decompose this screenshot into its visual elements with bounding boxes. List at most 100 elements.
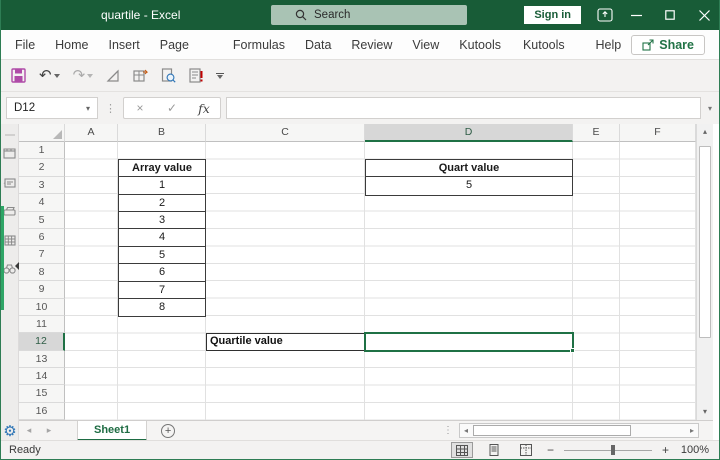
vertical-scrollbar[interactable]: ▴ ▾ xyxy=(696,124,713,420)
column-header-b[interactable]: B xyxy=(118,124,206,142)
vertical-scrollbar-thumb[interactable] xyxy=(699,146,711,338)
share-button[interactable]: Share xyxy=(631,35,705,55)
tab-view[interactable]: View xyxy=(402,30,449,60)
row-header-2[interactable]: 2 xyxy=(19,159,65,176)
undo-icon[interactable]: ↶ xyxy=(39,68,60,83)
tab-insert[interactable]: Insert xyxy=(99,30,150,60)
sheet-nav-left-icon[interactable]: ◂ xyxy=(19,425,39,436)
tab-data[interactable]: Data xyxy=(295,30,341,60)
selected-cell-d12[interactable] xyxy=(364,332,574,352)
fill-handle[interactable] xyxy=(570,348,575,353)
row-header-11[interactable]: 11 xyxy=(19,316,65,333)
formula-bar-expand-icon[interactable]: ▾ xyxy=(701,104,719,113)
scroll-left-icon[interactable]: ◂ xyxy=(460,424,472,437)
page-break-preview-icon[interactable] xyxy=(515,442,537,458)
tab-review[interactable]: Review xyxy=(341,30,402,60)
row-header-5[interactable]: 5 xyxy=(19,212,65,229)
zoom-level[interactable]: 100% xyxy=(679,444,709,456)
row-header-13[interactable]: 13 xyxy=(19,351,65,368)
row-header-15[interactable]: 15 xyxy=(19,385,65,402)
row-header-1[interactable]: 1 xyxy=(19,142,65,159)
column-header-a[interactable]: A xyxy=(65,124,118,142)
horizontal-scrollbar[interactable]: ◂ ▸ xyxy=(459,423,699,438)
tab-file[interactable]: File xyxy=(5,30,45,60)
cancel-icon[interactable]: × xyxy=(124,101,156,115)
horizontal-scrollbar-thumb[interactable] xyxy=(473,425,631,436)
zoom-in-icon[interactable]: + xyxy=(662,443,669,457)
scroll-right-icon[interactable]: ▸ xyxy=(686,424,698,437)
column-header-e[interactable]: E xyxy=(573,124,620,142)
row-header-3[interactable]: 3 xyxy=(19,177,65,194)
scroll-down-icon[interactable]: ▾ xyxy=(697,404,713,420)
row-header-14[interactable]: 14 xyxy=(19,368,65,385)
tab-formulas[interactable]: Formulas xyxy=(223,30,295,60)
excel-window: quartile - Excel Sign in File Home xyxy=(0,0,720,460)
minimize-icon[interactable] xyxy=(619,0,653,30)
save-icon[interactable] xyxy=(11,68,26,83)
normal-view-icon[interactable] xyxy=(451,442,473,458)
document-alert-icon[interactable] xyxy=(189,68,203,83)
worksheet-grid-icon[interactable] xyxy=(4,235,16,246)
sheet-tab-bar: ◂ ▸ Sheet1 + ⋮ ◂ ▸ xyxy=(19,420,713,440)
name-box[interactable]: D12 ▾ xyxy=(6,97,98,119)
close-icon[interactable] xyxy=(687,0,720,30)
sheet-nav-right-icon[interactable]: ▸ xyxy=(39,425,59,436)
row-header-16[interactable]: 16 xyxy=(19,403,65,420)
cell-b5[interactable]: 3 xyxy=(119,212,205,229)
cell-b2[interactable]: Array value xyxy=(119,160,205,177)
row-header-7[interactable]: 7 xyxy=(19,246,65,263)
row-header-12[interactable]: 12 xyxy=(19,333,65,350)
cell-b3[interactable]: 1 xyxy=(119,177,205,194)
title-bar: quartile - Excel Sign in xyxy=(1,0,720,30)
export-table-icon[interactable] xyxy=(133,69,148,83)
note-icon[interactable] xyxy=(3,177,16,188)
tab-kutools-plus[interactable]: Kutools Plus xyxy=(513,30,586,60)
insert-function-icon[interactable]: fx xyxy=(188,101,220,116)
row-header-9[interactable]: 9 xyxy=(19,281,65,298)
tab-home[interactable]: Home xyxy=(45,30,98,60)
cell-b9[interactable]: 7 xyxy=(119,282,205,299)
add-sheet-icon[interactable]: + xyxy=(161,424,175,438)
row-header-4[interactable]: 4 xyxy=(19,194,65,211)
search-input[interactable] xyxy=(314,9,454,21)
cell-b6[interactable]: 4 xyxy=(119,229,205,246)
maximize-icon[interactable] xyxy=(653,0,687,30)
row-header-6[interactable]: 6 xyxy=(19,229,65,246)
sheet-tab-sheet1[interactable]: Sheet1 xyxy=(77,421,147,441)
column-header-c[interactable]: C xyxy=(206,124,365,142)
cell-c12[interactable]: Quartile value xyxy=(206,333,366,352)
column-header-d[interactable]: D xyxy=(365,124,573,142)
redo-icon[interactable]: ↷ xyxy=(73,68,94,83)
sidebar-collapse-handle[interactable] xyxy=(5,134,15,136)
printer-icon[interactable] xyxy=(3,206,16,217)
zoom-out-icon[interactable]: − xyxy=(547,443,554,457)
zoom-slider[interactable] xyxy=(564,444,652,456)
print-preview-icon[interactable] xyxy=(161,68,176,83)
column-header-f[interactable]: F xyxy=(620,124,696,142)
name-box-dropdown-icon[interactable]: ▾ xyxy=(79,104,97,113)
gear-icon[interactable]: ⚙ xyxy=(1,422,19,440)
customize-toolbar-icon[interactable] xyxy=(216,73,224,79)
formula-input[interactable] xyxy=(226,97,701,119)
row-header-8[interactable]: 8 xyxy=(19,264,65,281)
select-objects-icon[interactable] xyxy=(106,69,120,83)
cell-b10[interactable]: 8 xyxy=(119,299,205,316)
search-box[interactable] xyxy=(271,5,467,25)
workbench-icon[interactable] xyxy=(3,148,16,159)
zoom-slider-thumb[interactable] xyxy=(611,445,615,455)
cell-b4[interactable]: 2 xyxy=(119,195,205,212)
select-all-corner[interactable] xyxy=(19,124,65,142)
cell-d2[interactable]: Quart value xyxy=(366,160,572,177)
scroll-up-icon[interactable]: ▴ xyxy=(697,124,713,140)
enter-icon[interactable]: ✓ xyxy=(156,101,188,115)
ribbon-display-options-icon[interactable] xyxy=(597,8,613,22)
tab-kutools[interactable]: Kutools ™ xyxy=(449,30,513,60)
row-header-10[interactable]: 10 xyxy=(19,299,65,316)
cell-b7[interactable]: 5 xyxy=(119,247,205,264)
page-layout-view-icon[interactable] xyxy=(483,442,505,458)
tab-help[interactable]: Help xyxy=(586,30,632,60)
sign-in-button[interactable]: Sign in xyxy=(524,6,581,24)
cell-b8[interactable]: 6 xyxy=(119,264,205,281)
cell-d3[interactable]: 5 xyxy=(366,177,572,194)
tab-page-layout[interactable]: Page Layout xyxy=(150,30,223,60)
